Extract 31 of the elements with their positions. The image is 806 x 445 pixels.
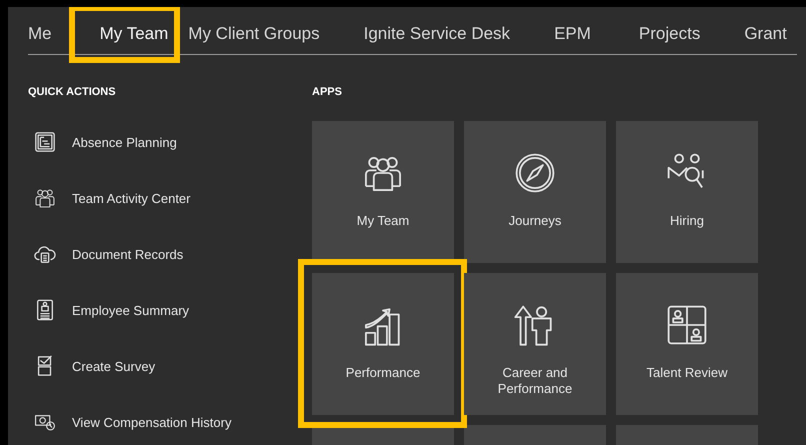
nav-tab[interactable]: Projects	[638, 7, 700, 59]
people-group-icon	[34, 187, 56, 209]
calendar-chart-icon	[34, 131, 56, 153]
app-tile[interactable]: Hiring	[616, 121, 758, 263]
app-tile[interactable]: Talent Review	[616, 273, 758, 415]
nav-tab[interactable]: EPM	[554, 7, 591, 59]
compass-icon	[514, 152, 556, 194]
id-badge-icon	[34, 299, 56, 321]
nav-tab[interactable]: My Team	[100, 7, 168, 59]
nav-tab[interactable]: Grant	[744, 7, 787, 59]
nav-tab[interactable]: Me	[28, 7, 52, 59]
tile-label: Career and Performance	[496, 365, 574, 397]
quick-action-link[interactable]: View Compensation History	[72, 414, 232, 430]
quick-action-link[interactable]: Team Activity Center	[72, 190, 190, 206]
nav-tab[interactable]: Ignite Service Desk	[364, 7, 510, 59]
tile-label: Talent Review	[646, 365, 728, 381]
tile-label: Hiring	[669, 213, 705, 229]
app-tile[interactable]: Performance	[312, 273, 454, 415]
tile-label: Performance	[344, 365, 422, 381]
app-tile[interactable]: Journeys	[464, 121, 606, 263]
quick-action-link[interactable]: Document Records	[72, 246, 184, 262]
people-grid-icon	[666, 304, 708, 346]
quick-action-link[interactable]: Employee Summary	[72, 302, 190, 318]
quick-action-link[interactable]: Create Survey	[72, 358, 156, 374]
app-tile[interactable]: Career and Performance	[464, 273, 606, 415]
quick-action-link[interactable]: Absence Planning	[72, 134, 177, 150]
section-heading: QUICK ACTIONS	[27, 85, 117, 100]
nav-tab[interactable]: My Client Groups	[188, 7, 320, 59]
tile-label: My Team	[356, 213, 410, 229]
section-heading: APPS	[312, 85, 343, 100]
tile-label: Journeys	[508, 213, 562, 229]
